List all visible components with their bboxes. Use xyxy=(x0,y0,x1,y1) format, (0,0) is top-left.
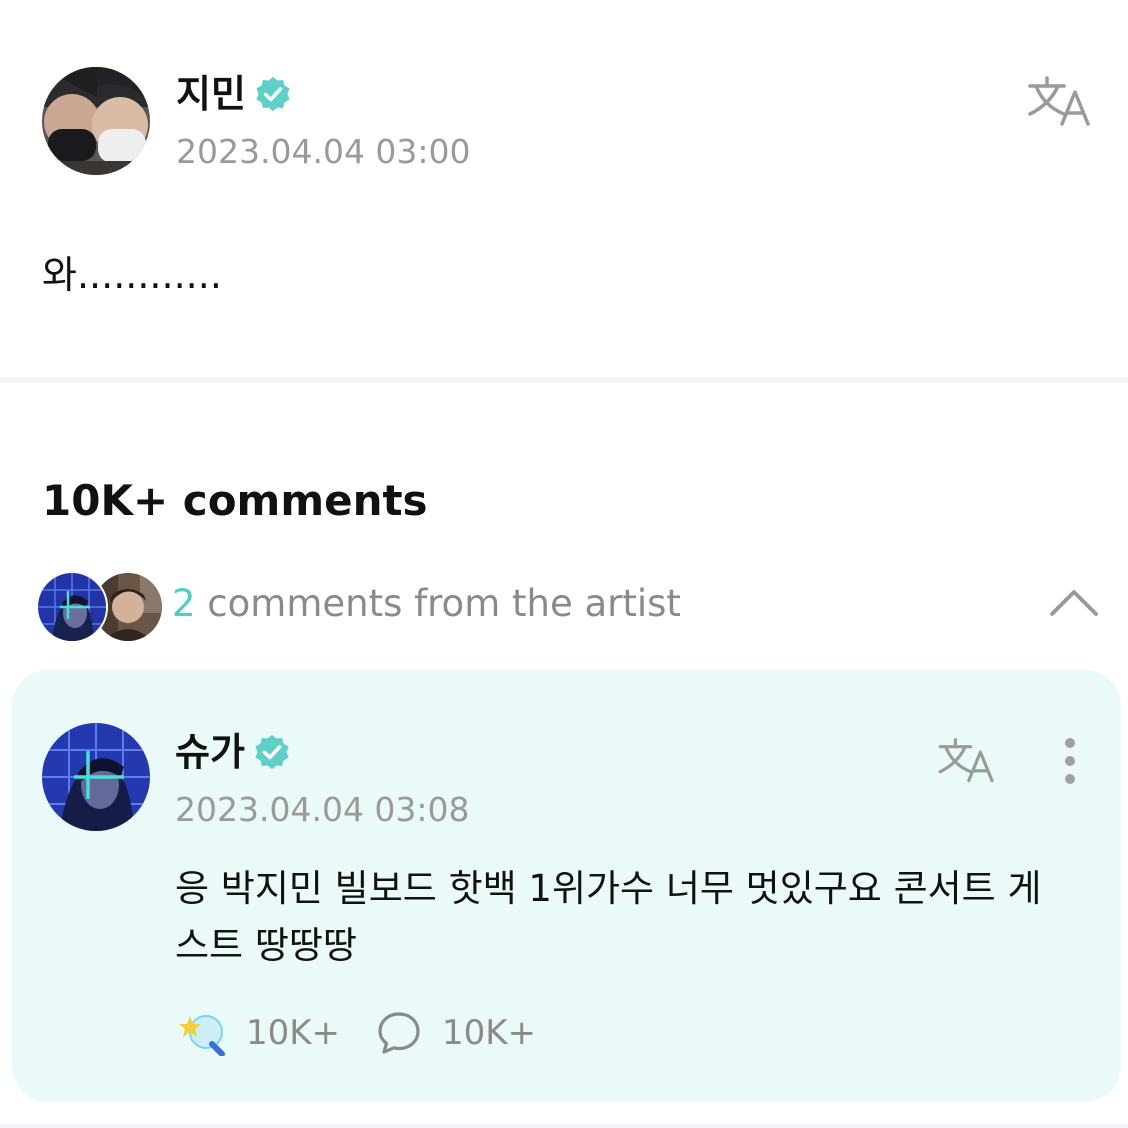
post-author-name[interactable]: 지민 xyxy=(176,75,246,113)
like-count: 10K+ xyxy=(246,1013,341,1053)
post-timestamp: 2023.04.04 03:00 xyxy=(176,132,471,171)
reaction-icon xyxy=(176,1010,228,1057)
artist-comments-text: comments from the artist xyxy=(195,582,681,625)
verified-badge-icon xyxy=(254,75,292,113)
artist-comments-toggle[interactable]: 2 comments from the artist xyxy=(36,570,1100,643)
post-body: 와............ xyxy=(42,253,222,297)
artist-comments-label: 2 comments from the artist xyxy=(172,582,681,625)
comment-author-name[interactable]: 슈가 xyxy=(175,733,245,771)
comment-author-row: 슈가 xyxy=(175,730,291,774)
comment-author-avatar[interactable] xyxy=(42,723,150,831)
more-vertical-icon[interactable] xyxy=(1056,736,1084,786)
artist-comments-count: 2 xyxy=(172,582,196,625)
comment-bubble-icon xyxy=(376,1010,422,1056)
artist-avatar-1 xyxy=(36,571,108,643)
post-author-row: 지민 xyxy=(176,72,292,116)
like-button[interactable]: 10K+ xyxy=(176,1006,340,1060)
post-author-avatar[interactable] xyxy=(42,67,150,175)
section-divider xyxy=(0,377,1128,383)
artist-comment-card: 슈가 2023.04.04 03:08 응 박지민 빌보드 핫백 1위가수 너무… xyxy=(12,670,1121,1102)
comment-body: 응 박지민 빌보드 핫백 1위가수 너무 멋있구요 콘서트 게스트 땅땅땅 xyxy=(175,867,1042,967)
comments-count-title: 10K+ comments xyxy=(42,476,428,525)
translate-icon[interactable] xyxy=(1026,74,1094,130)
verified-badge-icon xyxy=(253,733,291,771)
reply-count: 10K+ xyxy=(442,1013,537,1053)
translate-icon[interactable] xyxy=(936,736,998,786)
chevron-up-icon[interactable] xyxy=(1048,586,1100,620)
comment-timestamp: 2023.04.04 03:08 xyxy=(175,790,470,829)
bottom-divider xyxy=(0,1124,1128,1128)
reply-button[interactable]: 10K+ xyxy=(376,1006,536,1060)
